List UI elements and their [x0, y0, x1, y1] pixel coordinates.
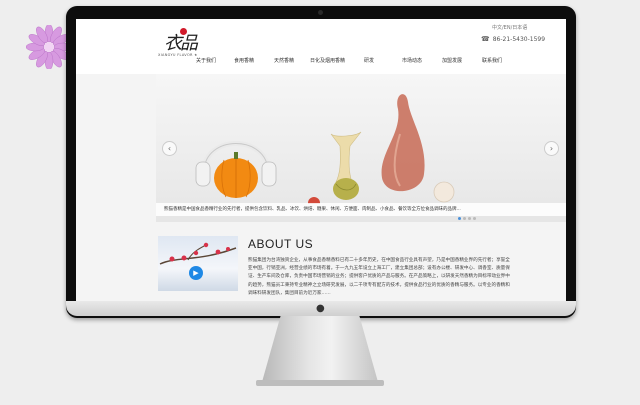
nav-item-franchise[interactable]: 加盟发展 — [442, 57, 462, 64]
camera-icon — [318, 10, 323, 15]
language-switcher[interactable]: 中文/EN/日本语 — [492, 24, 527, 31]
nav-item-rnd[interactable]: 研发 — [364, 57, 374, 64]
logo-tagline: XIANGYU FLAVOR ★ — [158, 53, 198, 57]
nav-item-daily-tobacco[interactable]: 日化及烟用香精 — [310, 57, 345, 64]
hero-caption-bar: 熊猫香精是中国食品香精行业的先行者，提供包含饮料、乳品、冰饮、烘焙、糖果、休闲、… — [156, 203, 566, 216]
monitor-screen: 衣品 XIANGYU FLAVOR ★ 中文/EN/日本语 ☎ 86-21-543… — [76, 19, 566, 308]
logo-dot-icon — [180, 28, 187, 35]
hero-next-arrow-icon[interactable]: › — [544, 141, 559, 156]
pager-dot[interactable] — [468, 217, 471, 220]
hero-caption: 熊猫香精是中国食品香精行业的先行者，提供包含饮料、乳品、冰饮、烘焙、糖果、休闲、… — [164, 207, 461, 212]
about-video-thumbnail[interactable]: ▶ — [158, 236, 238, 291]
hero-pager — [458, 205, 478, 220]
about-paragraph: 熊猫集团为台湾独资企业，从事食品香精香料已有二十多年历史，在中国食品行业具有声望… — [248, 258, 510, 296]
play-icon[interactable]: ▶ — [189, 266, 203, 280]
nav-item-natural-flavors[interactable]: 天然香精 — [274, 57, 294, 64]
monitor-stand-base — [256, 380, 384, 386]
hero-prev-arrow-icon[interactable]: ‹ — [162, 141, 177, 156]
main-nav: 关于我们 食用香精 天然香精 日化及烟用香精 研发 市场动态 加盟发展 联系我们 — [196, 57, 526, 67]
nav-item-food-flavors[interactable]: 食用香精 — [234, 57, 254, 64]
phone-icon: ☎ — [481, 35, 490, 43]
nav-item-contact[interactable]: 联系我们 — [482, 57, 502, 64]
pager-dot[interactable] — [473, 217, 476, 220]
plum-blossom-image — [159, 242, 237, 265]
pager-dot[interactable] — [463, 217, 466, 220]
nav-item-about[interactable]: 关于我们 — [196, 57, 216, 64]
pager-dot[interactable] — [458, 217, 461, 220]
phone-text: 86-21-5430-1599 — [492, 36, 546, 43]
apple-logo-icon: ● — [316, 303, 325, 314]
about-title: ABOUT US — [248, 237, 314, 251]
hero-banner: ‹ › 熊猫香精是中国食品香精行业的先行者，提供包含饮料、乳品、冰饮、烘焙、糖果… — [156, 74, 566, 222]
monitor-bezel: 衣品 XIANGYU FLAVOR ★ 中文/EN/日本语 ☎ 86-21-543… — [66, 6, 576, 318]
site-header: 衣品 XIANGYU FLAVOR ★ 中文/EN/日本语 ☎ 86-21-543… — [76, 19, 566, 74]
monitor-stand — [262, 316, 378, 382]
hero-image — [195, 94, 455, 204]
nav-item-market-news[interactable]: 市场动态 — [402, 57, 422, 64]
phone-number: ☎ 86-21-5430-1599 — [481, 35, 545, 43]
